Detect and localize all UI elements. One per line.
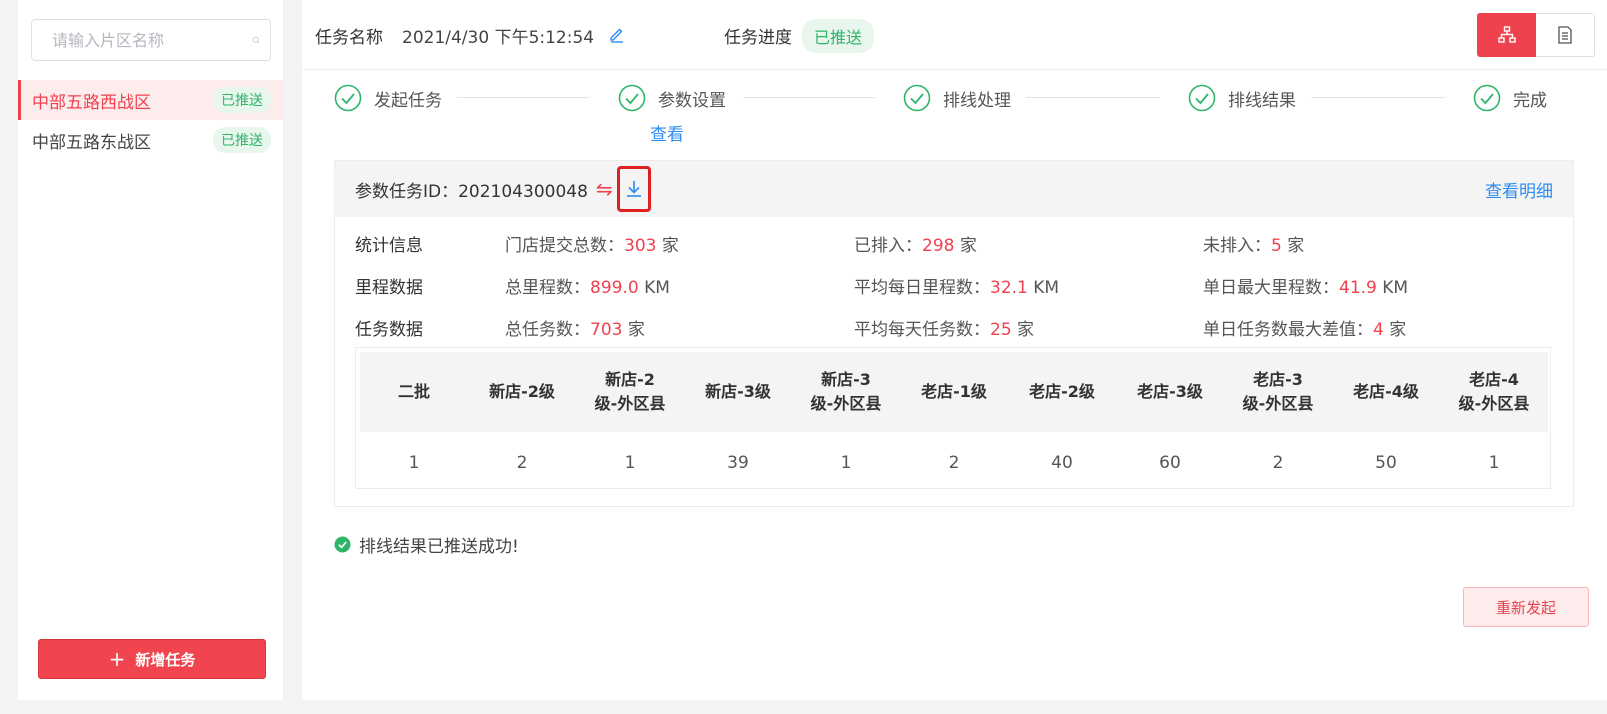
table-header-cell: 老店-4级 bbox=[1353, 382, 1419, 401]
tree-view-button[interactable] bbox=[1477, 13, 1536, 57]
region-search-input[interactable] bbox=[52, 30, 252, 50]
region-list: 中部五路西战区 已推送 中部五路东战区 已推送 bbox=[18, 80, 283, 160]
stat-unscheduled: 未排入：5 家 bbox=[1203, 236, 1305, 256]
progress-steps: 发起任务 参数设置 查看 排线处理 排线结果 完成 bbox=[334, 84, 1579, 145]
table-cell: 2 bbox=[1272, 453, 1284, 473]
row-label: 统计信息 bbox=[355, 236, 423, 256]
step-routing-process: 排线处理 bbox=[903, 84, 1011, 112]
check-circle-icon bbox=[618, 84, 646, 112]
step-start-task: 发起任务 bbox=[334, 84, 442, 112]
row-label: 任务数据 bbox=[355, 320, 423, 340]
stats-section: 统计信息 门店提交总数：303 家 已排入：298 家 未排入：5 家 里程数据… bbox=[355, 225, 1555, 351]
check-circle-icon bbox=[334, 84, 362, 112]
download-icon bbox=[626, 181, 641, 197]
stat-avg-daily-mileage: 平均每日里程数：32.1 KM bbox=[854, 278, 1060, 298]
stat-max-task-diff: 单日任务数最大差值：4 家 bbox=[1203, 320, 1407, 340]
success-message: 排线结果已推送成功! bbox=[334, 532, 519, 557]
document-view-button[interactable] bbox=[1536, 13, 1595, 57]
plus-icon: + bbox=[108, 647, 126, 671]
table-cell: 1 bbox=[840, 453, 852, 473]
check-circle-icon bbox=[903, 84, 931, 112]
param-task-id: 参数任务ID：202104300048 bbox=[355, 181, 588, 202]
edit-icon[interactable] bbox=[608, 25, 626, 43]
region-search-box[interactable] bbox=[31, 19, 271, 61]
table-header-cell: 老店-3 级-外区县 bbox=[1242, 370, 1314, 413]
view-params-link[interactable]: 查看 bbox=[650, 120, 684, 145]
step-param-settings: 参数设置 bbox=[618, 84, 726, 112]
table-header-cell: 新店-3 级-外区县 bbox=[810, 370, 882, 413]
check-circle-icon bbox=[1473, 84, 1501, 112]
swap-icon[interactable]: ⇋ bbox=[596, 177, 613, 201]
table-header-cell: 老店-2级 bbox=[1029, 382, 1095, 401]
card-header: 参数任务ID：202104300048 ⇋ 查看明细 bbox=[335, 161, 1573, 217]
table-header-cell: 老店-4 级-外区县 bbox=[1458, 370, 1530, 413]
table-cell: 60 bbox=[1159, 453, 1181, 473]
region-name: 中部五路东战区 bbox=[32, 132, 151, 153]
table-row: 1 2 1 39 1 2 40 60 2 50 1 bbox=[360, 440, 1548, 486]
stats-row-tasks: 任务数据 总任务数：703 家 平均每天任务数：25 家 单日任务数最大差值：4… bbox=[355, 309, 1555, 351]
region-item-east[interactable]: 中部五路东战区 已推送 bbox=[18, 120, 283, 160]
restart-button[interactable]: 重新发起 bbox=[1463, 587, 1589, 627]
table-cell: 1 bbox=[1488, 453, 1500, 473]
stats-row-mileage: 里程数据 总里程数：899.0 KM 平均每日里程数：32.1 KM 单日最大里… bbox=[355, 267, 1555, 309]
progress-label: 任务进度 bbox=[724, 28, 792, 48]
main-panel: 任务名称 2021/4/30 下午5:12:54 任务进度 已推送 发起任务 参… bbox=[302, 0, 1607, 700]
step-connector bbox=[1026, 97, 1160, 98]
table-header-cell: 新店-2 级-外区县 bbox=[594, 370, 666, 413]
table-header-cell: 新店-2级 bbox=[489, 382, 555, 401]
task-name-value: 2021/4/30 下午5:12:54 bbox=[402, 28, 595, 48]
step-connector bbox=[457, 97, 589, 98]
stat-max-daily-mileage: 单日最大里程数：41.9 KM bbox=[1203, 278, 1409, 298]
add-task-button[interactable]: + 新增任务 bbox=[38, 639, 266, 679]
table-cell: 50 bbox=[1375, 453, 1397, 473]
table-cell: 1 bbox=[624, 453, 636, 473]
view-detail-link[interactable]: 查看明细 bbox=[1485, 177, 1553, 202]
table-cell: 2 bbox=[516, 453, 528, 473]
step-label: 完成 bbox=[1513, 90, 1547, 111]
table-cell: 1 bbox=[408, 453, 420, 473]
stat-avg-daily-tasks: 平均每天任务数：25 家 bbox=[854, 320, 1035, 340]
progress-status-badge: 已推送 bbox=[802, 19, 875, 53]
task-name-label: 任务名称 bbox=[315, 28, 383, 48]
success-check-icon bbox=[334, 536, 351, 553]
param-task-card: 参数任务ID：202104300048 ⇋ 查看明细 统计信息 门店提交总数：3… bbox=[334, 160, 1574, 507]
stat-total-mileage: 总里程数：899.0 KM bbox=[505, 278, 670, 298]
region-item-west[interactable]: 中部五路西战区 已推送 bbox=[18, 80, 283, 120]
batch-table: 二批 新店-2级 新店-2 级-外区县 新店-3级 新店-3 级-外区县 老店-1级 老店-2级… bbox=[355, 347, 1551, 489]
step-label: 参数设置 bbox=[658, 90, 726, 111]
table-cell: 39 bbox=[727, 453, 749, 473]
stat-submitted-total: 门店提交总数：303 家 bbox=[505, 236, 679, 256]
step-label: 发起任务 bbox=[374, 90, 442, 111]
table-cell: 40 bbox=[1051, 453, 1073, 473]
task-header: 任务名称 2021/4/30 下午5:12:54 任务进度 已推送 bbox=[302, 0, 1607, 70]
success-text: 排线结果已推送成功! bbox=[359, 537, 519, 557]
stat-total-tasks: 总任务数：703 家 bbox=[505, 320, 645, 340]
check-circle-icon bbox=[1188, 84, 1216, 112]
status-badge: 已推送 bbox=[213, 87, 271, 113]
stats-row-summary: 统计信息 门店提交总数：303 家 已排入：298 家 未排入：5 家 bbox=[355, 225, 1555, 267]
step-connector bbox=[1311, 97, 1445, 98]
download-button[interactable] bbox=[616, 166, 651, 212]
step-routing-result: 排线结果 bbox=[1188, 84, 1296, 112]
step-connector bbox=[743, 97, 875, 98]
hierarchy-icon bbox=[1497, 26, 1516, 43]
sidebar: 中部五路西战区 已推送 中部五路东战区 已推送 + 新增任务 bbox=[18, 0, 283, 700]
search-icon[interactable] bbox=[252, 30, 260, 50]
table-header: 二批 新店-2级 新店-2 级-外区县 新店-3级 新店-3 级-外区县 老店-1级 老店-2级… bbox=[360, 352, 1548, 432]
table-header-cell: 老店-1级 bbox=[921, 382, 987, 401]
step-complete: 完成 bbox=[1473, 84, 1547, 112]
stat-scheduled: 已排入：298 家 bbox=[854, 236, 977, 256]
table-header-cell: 老店-3级 bbox=[1137, 382, 1203, 401]
status-badge: 已推送 bbox=[213, 127, 271, 153]
table-header-cell: 二批 bbox=[397, 382, 430, 401]
step-label: 排线处理 bbox=[943, 90, 1011, 111]
step-label: 排线结果 bbox=[1228, 90, 1296, 111]
table-header-cell: 新店-3级 bbox=[705, 382, 771, 401]
table-cell: 2 bbox=[948, 453, 960, 473]
row-label: 里程数据 bbox=[355, 278, 423, 298]
region-name: 中部五路西战区 bbox=[32, 92, 151, 113]
document-icon bbox=[1558, 26, 1572, 44]
view-toggle bbox=[1477, 13, 1595, 57]
add-task-label: 新增任务 bbox=[135, 650, 196, 669]
